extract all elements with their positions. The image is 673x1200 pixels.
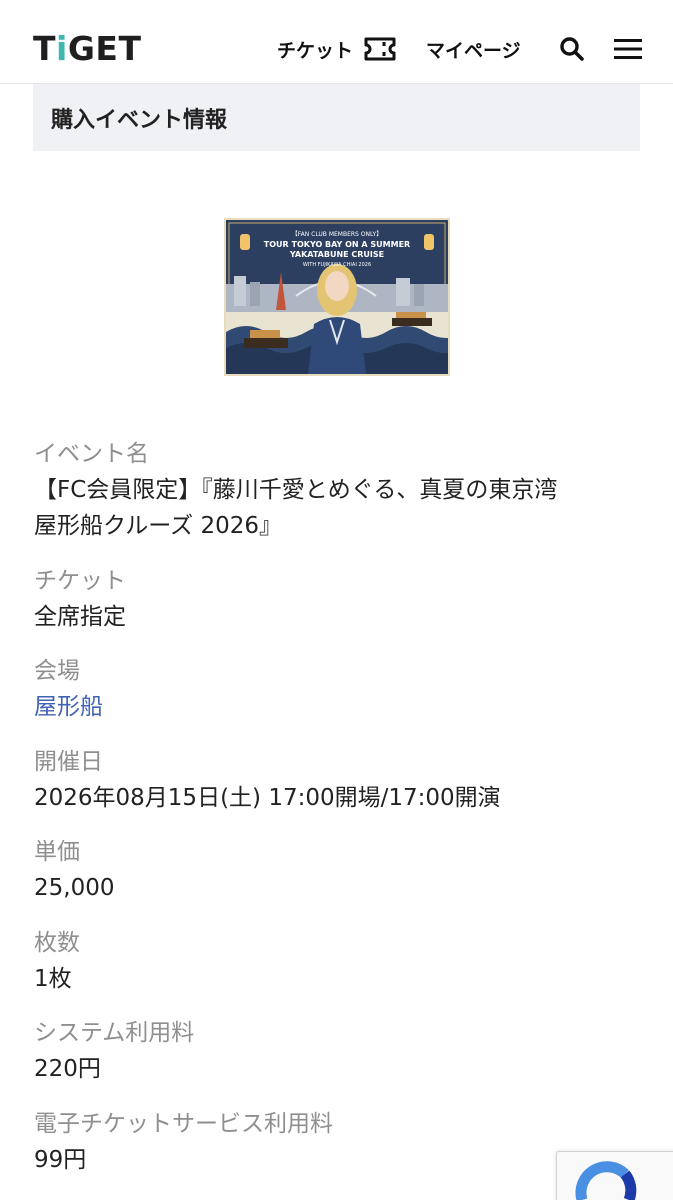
ticket-label: チケット <box>34 568 126 594</box>
ticket-icon <box>364 37 396 61</box>
event-name-line2: 屋形船クルーズ 2026』 <box>34 513 283 539</box>
date-label: 開催日 <box>34 749 103 775</box>
search-icon[interactable] <box>558 35 586 63</box>
system-fee-value: 220円 <box>34 1056 101 1082</box>
eticket-fee-block: 電子チケットサービス利用料 99円 <box>34 1106 644 1178</box>
event-image-line4: WITH FUJIKAWA CHIAI 2026 <box>303 262 371 268</box>
quantity-label: 枚数 <box>34 930 80 956</box>
event-image-line1: 【FAN CLUB MEMBERS ONLY】 <box>292 231 382 238</box>
date-block: 開催日 2026年08月15日(土) 17:00開場/17:00開演 <box>34 744 644 816</box>
system-fee-block: システム利用料 220円 <box>34 1015 644 1087</box>
nav-ticket-link[interactable]: チケット <box>277 34 397 64</box>
event-image: 【FAN CLUB MEMBERS ONLY】 TOUR TOKYO BAY O… <box>224 218 450 376</box>
event-name-block: イベント名 【FC会員限定】『藤川千愛とめぐる、真夏の東京湾 屋形船クルーズ 2… <box>34 436 644 544</box>
quantity-block: 枚数 1枚 <box>34 925 644 997</box>
price-block: 単価 25,000 <box>34 834 644 906</box>
venue-block: 会場 屋形船 <box>34 653 644 725</box>
logo-text-suffix: GET <box>67 28 142 68</box>
tiget-logo[interactable]: Ti GET <box>33 28 142 68</box>
event-image-line3: YAKATABUNE CRUISE <box>289 250 384 259</box>
site-header: Ti GET チケット マイページ <box>0 0 673 84</box>
logo-text-accent: i <box>56 28 68 68</box>
system-fee-label: システム利用料 <box>34 1020 195 1046</box>
recaptcha-badge[interactable] <box>556 1151 673 1200</box>
price-label: 単価 <box>34 839 80 865</box>
price-value: 25,000 <box>34 875 115 901</box>
ticket-block: チケット 全席指定 <box>34 563 644 635</box>
recaptcha-icon <box>575 1161 637 1200</box>
venue-link[interactable]: 屋形船 <box>34 689 644 725</box>
menu-icon[interactable] <box>613 37 643 61</box>
event-name-line1: 【FC会員限定】『藤川千愛とめぐる、真夏の東京湾 <box>34 477 558 503</box>
section-title: 購入イベント情報 <box>33 84 640 151</box>
nav-ticket-label: チケット <box>277 39 354 62</box>
ticket-value: 全席指定 <box>34 604 126 630</box>
eticket-fee-value: 99円 <box>34 1147 87 1173</box>
nav-mypage-link[interactable]: マイページ <box>426 34 521 64</box>
venue-label: 会場 <box>34 658 80 684</box>
date-value: 2026年08月15日(土) 17:00開場/17:00開演 <box>34 785 501 811</box>
eticket-fee-label: 電子チケットサービス利用料 <box>34 1111 333 1137</box>
event-name-label: イベント名 <box>34 441 149 467</box>
quantity-value: 1枚 <box>34 966 72 992</box>
logo-text-prefix: T <box>33 28 57 68</box>
event-image-line2: TOUR TOKYO BAY ON A SUMMER <box>264 240 410 249</box>
